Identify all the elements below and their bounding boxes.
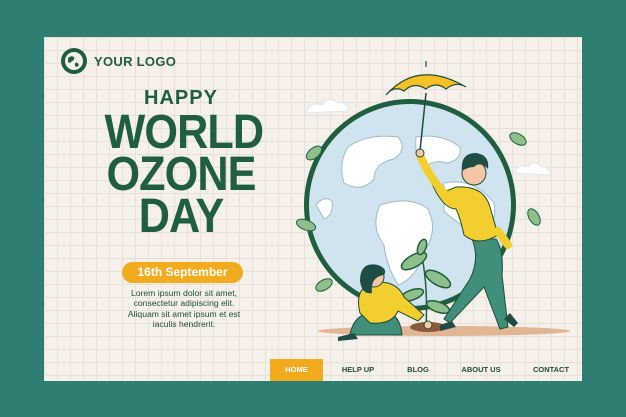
nav-blog[interactable]: BLOG	[394, 359, 442, 381]
logo-text: YOUR LOGO	[94, 53, 177, 69]
nav-home[interactable]: HOME	[270, 359, 323, 381]
main-navigation: HOME HELP UP BLOG ABOUT US CONTACT	[270, 359, 582, 381]
description-text: Lorem ipsum dolor sit amet, consectetur …	[114, 288, 254, 330]
nav-help-up[interactable]: HELP UP	[330, 359, 386, 381]
landing-page-panel: YOUR LOGO HAPPY WORLD OZONE DAY 16th Sep…	[44, 37, 582, 381]
nav-contact[interactable]: CONTACT	[520, 359, 582, 381]
description-line: Lorem ipsum dolor sit amet,	[130, 288, 238, 298]
logo[interactable]: YOUR LOGO	[60, 47, 176, 75]
date-badge: 16th September	[122, 262, 243, 283]
description-line: iaculis hendrerit.	[152, 319, 216, 330]
nav-about-us[interactable]: ABOUT US	[450, 359, 512, 381]
description-line: consectetur adipiscing elit.	[133, 298, 235, 309]
ozone-illustration	[295, 61, 570, 341]
headline: HAPPY WORLD OZONE DAY	[96, 87, 266, 243]
description-line: Aliquam sit amet ipsum et est	[127, 308, 241, 319]
headline-day: DAY	[138, 190, 224, 243]
globe-icon	[61, 48, 87, 74]
